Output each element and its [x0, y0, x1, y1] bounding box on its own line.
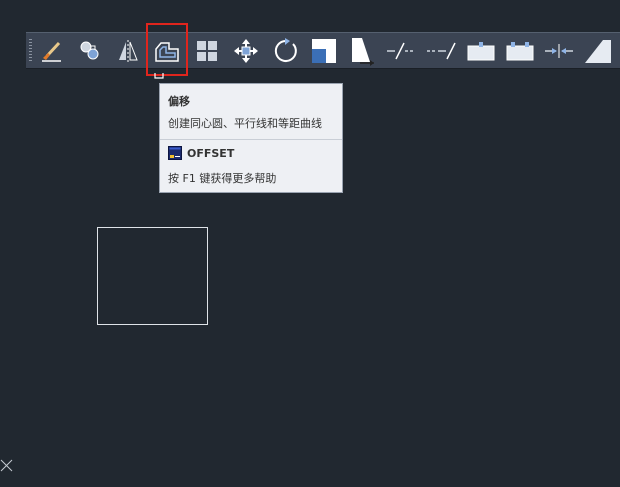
- break-button[interactable]: [505, 35, 535, 67]
- cursor-icon: [154, 73, 164, 79]
- join-icon: [545, 44, 573, 58]
- scale-button[interactable]: [309, 35, 339, 67]
- break-at-point-button[interactable]: [466, 35, 496, 67]
- chamfer-icon: [585, 40, 611, 63]
- tooltip-help: 按 F1 键获得更多帮助: [168, 172, 277, 185]
- erase-icon: [42, 41, 61, 62]
- scale-icon: [312, 39, 336, 63]
- tooltip-divider: [160, 139, 342, 140]
- erase-button[interactable]: [37, 35, 67, 67]
- trim-button[interactable]: [386, 35, 416, 67]
- rotate-icon: [274, 38, 297, 62]
- modify-toolbar: [26, 32, 620, 69]
- move-button[interactable]: [231, 35, 261, 67]
- chamfer-button[interactable]: [583, 35, 613, 67]
- command-icon: [168, 146, 182, 160]
- mirror-icon: [119, 40, 138, 62]
- stretch-icon: [352, 38, 374, 66]
- extend-icon: [427, 42, 456, 60]
- array-button[interactable]: [192, 35, 222, 67]
- drawn-rectangle[interactable]: [97, 227, 208, 325]
- copy-button[interactable]: [75, 35, 105, 67]
- extend-button[interactable]: [426, 35, 456, 67]
- offset-tooltip: 偏移 创建同心圆、平行线和等距曲线 OFFSET 按 F1 键获得更多帮助: [159, 83, 343, 193]
- trim-icon: [387, 42, 415, 60]
- stretch-button[interactable]: [347, 35, 377, 67]
- move-icon: [234, 39, 258, 63]
- offset-button-highlight: [146, 23, 188, 76]
- copy-icon: [80, 41, 99, 60]
- array-icon: [197, 41, 217, 61]
- tooltip-description: 创建同心圆、平行线和等距曲线: [168, 117, 322, 130]
- ucs-icon: [0, 459, 13, 472]
- toolbar-grip[interactable]: [29, 39, 32, 63]
- mirror-button[interactable]: [113, 35, 143, 67]
- tooltip-title: 偏移: [168, 95, 190, 108]
- rotate-button[interactable]: [271, 35, 301, 67]
- break-at-point-icon: [467, 42, 495, 61]
- join-button[interactable]: [544, 35, 574, 67]
- tooltip-command: OFFSET: [187, 147, 235, 160]
- break-icon: [506, 42, 534, 61]
